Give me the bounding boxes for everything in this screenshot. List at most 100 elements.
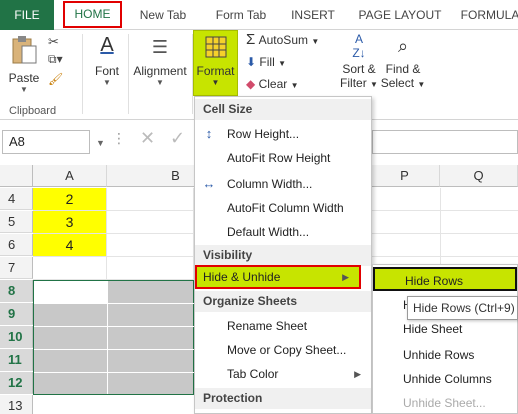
menu-item-row-height[interactable]: ↕ Row Height... [195,122,371,146]
chevron-down-icon: ▼ [20,85,28,94]
menu-item-label: Default Width... [227,225,310,239]
formula-input[interactable] [372,130,518,154]
fill-button[interactable]: ⬇ Fill ▼ [246,52,286,72]
find-select-button[interactable]: ⌕ Find & Select ▼ [380,32,426,90]
tab-form-tab[interactable]: Form Tab [206,0,276,30]
format-label: Format [196,64,235,78]
cell-b7[interactable] [107,257,194,280]
menu-item-default-width[interactable]: Default Width... [195,220,371,244]
eraser-icon: ◆ [246,77,256,91]
font-button[interactable]: A Font ▼ [88,34,126,87]
menu-item-label: Rename Sheet [227,319,308,333]
row-header-selected[interactable]: 11 [0,349,33,371]
autosum-button[interactable]: Σ AutoSum ▼ [246,30,319,50]
tab-new-tab[interactable]: New Tab [132,0,194,30]
menu-item-label: AutoFit Column Width [227,201,344,215]
fill-down-icon: ⬇ [246,55,257,69]
sort-filter-button[interactable]: A Z↓ Sort & Filter ▼ [338,32,380,90]
enter-icon[interactable]: ✓ [170,128,185,149]
alignment-label: Alignment [133,64,187,78]
menu-item-label: Hide & Unhide [203,270,281,284]
submenu-item-hide-rows[interactable]: Hide Rows [373,267,517,291]
column-header-q[interactable]: Q [440,165,518,187]
menu-section-visibility: Visibility [195,245,371,266]
submenu-item-unhide-columns[interactable]: Unhide Columns [373,367,517,391]
autosum-label: AutoSum [258,33,308,47]
tab-formulas[interactable]: FORMULA [458,0,518,30]
column-header-a[interactable]: A [33,165,107,187]
tab-insert[interactable]: INSERT [284,0,342,30]
row-header[interactable]: 4 [0,188,33,210]
format-dropdown-menu: Cell Size ↕ Row Height... AutoFit Row He… [194,96,372,414]
sort-filter-label-1: Sort & [342,62,376,76]
select-all-corner[interactable] [0,165,33,187]
menu-item-hide-unhide[interactable]: Hide & Unhide ▶ [195,265,361,289]
ribbon-divider [128,34,129,114]
tab-home[interactable]: HOME [63,1,122,28]
menu-item-move-copy-sheet[interactable]: Move or Copy Sheet... [195,338,371,362]
chevron-down-icon: ▼ [290,81,299,90]
column-width-icon: ↔ [202,176,216,191]
cell-a4[interactable]: 2 [33,188,107,211]
row-header[interactable]: 13 [0,395,33,414]
chevron-down-icon: ▼ [103,78,111,87]
submenu-item-label: Hide Rows [405,274,464,288]
tab-file[interactable]: FILE [0,0,54,30]
row-header[interactable]: 7 [0,257,33,279]
menu-item-autofit-row-height[interactable]: AutoFit Row Height [195,146,371,170]
cells-p-q[interactable] [372,188,518,264]
submenu-item-unhide-rows[interactable]: Unhide Rows [373,343,517,367]
cancel-icon[interactable]: ✕ [140,128,155,149]
cell-a7[interactable] [33,257,107,280]
binoculars-icon: ⌕ [397,36,409,56]
row-header[interactable]: 5 [0,211,33,233]
submenu-item-hide-sheet[interactable]: Hide Sheet [373,317,517,341]
fill-label: Fill [259,55,275,69]
copy-icon[interactable]: ⧉▾ [48,52,63,67]
cell-a6[interactable]: 4 [33,234,107,257]
chevron-down-icon: ▼ [211,78,220,87]
menu-item-tab-color[interactable]: Tab Color ▶ [195,362,371,386]
gridline [34,349,194,350]
submenu-item-label: Hide Sheet [403,322,463,336]
menu-item-label: Column Width... [227,177,313,191]
row-header-selected[interactable]: 9 [0,303,33,325]
active-cell-a8[interactable] [34,281,107,303]
sort-filter-label-2: Filter ▼ [340,76,378,90]
row-header-selected[interactable]: 8 [0,280,33,302]
tab-page-layout[interactable]: PAGE LAYOUT [352,0,448,30]
alignment-button[interactable]: ☰ Alignment ▼ [130,34,190,87]
row-header-selected[interactable]: 12 [0,372,33,394]
menu-item-autofit-column-width[interactable]: AutoFit Column Width [195,196,371,220]
format-painter-icon[interactable]: 🖌 [48,72,63,86]
submenu-item-label: Unhide Sheet... [403,396,486,410]
clear-button[interactable]: ◆ Clear ▼ [246,74,299,94]
column-header-p[interactable]: P [370,165,440,187]
submenu-arrow-icon: ▶ [342,272,349,282]
font-label: Font [94,64,119,78]
menu-section-organize-sheets: Organize Sheets [195,291,371,312]
alignment-icon: ☰ [151,37,169,57]
ribbon-divider [82,34,83,114]
name-box-dropdown-icon[interactable]: ▼ [96,138,105,148]
hide-unhide-submenu: Hide Rows H Hide Sheet Unhide Rows Unhid… [372,264,518,414]
submenu-arrow-icon: ▶ [354,369,361,379]
row-header-selected[interactable]: 10 [0,326,33,348]
format-button[interactable]: Format ▼ [193,30,238,96]
row-header[interactable]: 6 [0,234,33,256]
gridline [34,326,194,327]
cell-b6[interactable] [107,234,194,257]
cell-b5[interactable] [107,211,194,234]
sigma-icon: Σ [246,31,256,48]
paste-button[interactable]: Paste ▼ [6,34,42,94]
paste-label: Paste [8,71,40,85]
cell-a5[interactable]: 3 [33,211,107,234]
cell-b4[interactable] [107,188,194,211]
menu-item-column-width[interactable]: ↔ Column Width... [195,172,371,196]
name-box[interactable]: A8 [2,130,90,154]
clipboard-group-label: Clipboard [9,105,57,117]
ribbon-tab-bar: FILE HOME New Tab Form Tab INSERT PAGE L… [0,0,518,30]
menu-item-rename-sheet[interactable]: Rename Sheet [195,314,371,338]
cut-icon[interactable]: ✂ [48,34,59,50]
chevron-down-icon: ▼ [156,78,164,87]
